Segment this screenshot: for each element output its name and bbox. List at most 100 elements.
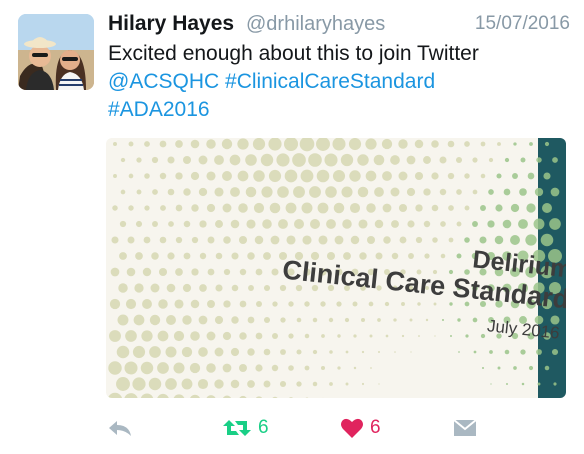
halftone-dot — [124, 361, 138, 375]
halftone-dot — [190, 139, 200, 149]
halftone-dot — [272, 333, 278, 339]
halftone-dot — [157, 330, 169, 342]
halftone-dot — [317, 202, 329, 214]
halftone-dot — [175, 172, 183, 180]
halftone-dot — [321, 334, 325, 338]
tweet-text-line: Excited enough about this to join Twitte… — [108, 42, 479, 65]
halftone-dot — [135, 220, 143, 228]
mention-link[interactable]: @ACSQHC — [108, 70, 219, 93]
display-name[interactable]: Hilary Hayes — [108, 12, 234, 36]
halftone-dot — [304, 365, 310, 371]
halftone-dot — [113, 142, 117, 146]
halftone-dot — [398, 203, 408, 213]
hashtag-link[interactable]: #ADA2016 — [108, 98, 210, 121]
halftone-dot — [151, 156, 159, 164]
halftone-dot — [206, 395, 216, 398]
halftone-dot — [182, 155, 192, 165]
halftone-dot — [490, 383, 492, 385]
halftone-dot — [529, 142, 533, 146]
halftone-dot — [157, 393, 169, 398]
halftone-dot — [496, 173, 502, 179]
halftone-dot — [312, 317, 318, 323]
halftone-dot — [132, 345, 146, 359]
halftone-dot — [410, 351, 412, 353]
halftone-dot — [191, 204, 199, 212]
halftone-dot — [349, 202, 361, 214]
halftone-dot — [214, 187, 224, 197]
direct-message-button[interactable] — [452, 414, 478, 442]
halftone-dot — [464, 173, 470, 179]
halftone-dot — [144, 173, 150, 179]
halftone-dot — [237, 138, 249, 150]
hashtag-link[interactable]: #ClinicalCareStandard — [225, 70, 435, 93]
halftone-dot — [407, 220, 415, 228]
halftone-dot — [158, 267, 168, 277]
halftone-dot — [214, 315, 224, 325]
halftone-dot — [135, 252, 143, 260]
halftone-dot — [168, 221, 174, 227]
halftone-dot — [173, 394, 185, 398]
halftone-dot — [206, 331, 216, 341]
halftone-dot — [370, 367, 372, 369]
retweet-button[interactable]: 6 — [222, 414, 269, 442]
halftone-dot — [456, 221, 462, 227]
halftone-dot — [175, 204, 183, 212]
halftone-dot — [134, 283, 144, 293]
halftone-dot — [150, 283, 160, 293]
halftone-dot — [510, 235, 520, 245]
halftone-dot — [536, 157, 542, 163]
user-handle[interactable]: @drhilaryhayes — [246, 13, 385, 36]
halftone-dot — [206, 203, 216, 213]
reply-button[interactable] — [106, 414, 134, 442]
halftone-dot — [120, 189, 126, 195]
halftone-dot — [447, 172, 455, 180]
halftone-dot — [141, 330, 153, 342]
halftone-dot — [361, 350, 365, 354]
halftone-dot — [423, 220, 431, 228]
halftone-dot — [117, 314, 129, 326]
halftone-dot — [365, 138, 377, 150]
halftone-dot — [128, 173, 134, 179]
halftone-dot — [414, 171, 424, 181]
halftone-dot — [487, 220, 495, 228]
tweet-date[interactable]: 15/07/2016 — [475, 13, 570, 35]
halftone-dot — [526, 203, 536, 213]
avatar[interactable] — [18, 14, 94, 90]
media-image[interactable]: Delirium Clinical Care Standard July 201… — [106, 138, 566, 398]
halftone-dot — [450, 335, 452, 337]
halftone-dot — [503, 188, 511, 196]
halftone-dot — [206, 363, 216, 373]
halftone-dot — [148, 377, 162, 391]
halftone-dot — [464, 205, 470, 211]
retweet-count: 6 — [258, 417, 269, 438]
halftone-dot — [353, 334, 357, 338]
halftone-dot — [223, 395, 231, 398]
halftone-dot — [149, 346, 161, 358]
halftone-dot — [510, 203, 520, 213]
halftone-dot — [116, 345, 130, 359]
halftone-dot — [440, 221, 446, 227]
halftone-dot — [206, 171, 216, 181]
halftone-dot — [125, 330, 137, 342]
halftone-dot — [109, 330, 121, 342]
halftone-dot — [480, 173, 486, 179]
halftone-dot — [540, 233, 554, 247]
halftone-dot — [152, 221, 158, 227]
halftone-dot — [447, 140, 455, 148]
halftone-dot — [381, 138, 393, 150]
halftone-dot — [316, 138, 330, 151]
halftone-dot — [175, 140, 183, 148]
halftone-dot — [537, 382, 541, 386]
halftone-dot — [312, 381, 318, 387]
halftone-dot — [373, 154, 385, 166]
halftone-dot — [369, 334, 373, 338]
halftone-dot — [127, 236, 135, 244]
halftone-dot — [527, 172, 535, 180]
halftone-dot — [518, 219, 528, 229]
halftone-dot — [284, 169, 298, 183]
halftone-dot — [385, 334, 389, 338]
like-button[interactable]: 6 — [340, 414, 381, 442]
halftone-dot — [120, 157, 126, 163]
halftone-dot — [222, 171, 232, 181]
halftone-dot — [214, 379, 224, 389]
